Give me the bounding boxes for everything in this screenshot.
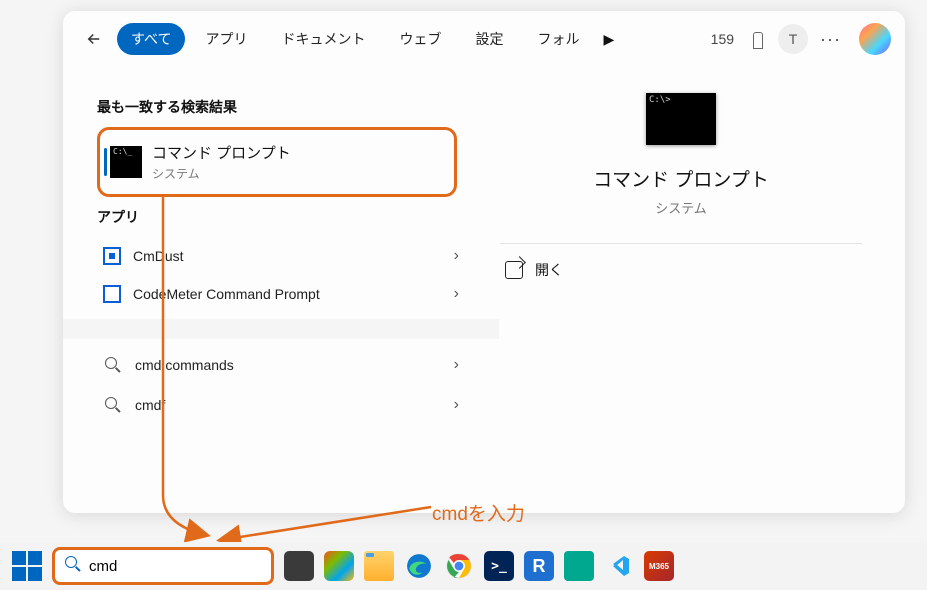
section-apps: アプリ bbox=[97, 207, 465, 227]
taskbar-search[interactable] bbox=[52, 547, 274, 585]
tab-docs[interactable]: ドキュメント bbox=[267, 23, 379, 55]
taskbar-app-r-icon[interactable]: R bbox=[524, 551, 554, 581]
open-label: 開く bbox=[535, 260, 563, 280]
taskbar-m365-icon[interactable] bbox=[324, 551, 354, 581]
taskbar-powershell-icon[interactable]: >_ bbox=[484, 551, 514, 581]
app-label: CmDust bbox=[133, 248, 184, 264]
cmd-icon bbox=[110, 146, 142, 178]
tab-folder[interactable]: フォル bbox=[523, 23, 593, 55]
taskbar: >_ R M365 bbox=[0, 542, 927, 590]
best-match-subtitle: システム bbox=[152, 165, 291, 182]
taskbar-chrome-icon[interactable] bbox=[444, 551, 474, 581]
annotation-text: cmdを入力 bbox=[432, 499, 525, 526]
copilot-icon[interactable] bbox=[859, 23, 891, 55]
divider bbox=[500, 243, 863, 244]
preview-subtitle: システム bbox=[655, 198, 707, 217]
search-icon bbox=[65, 556, 81, 576]
search-topbar: すべて アプリ ドキュメント ウェブ 設定 フォル ▶ 159 T ··· bbox=[63, 11, 905, 67]
app-icon bbox=[103, 247, 121, 265]
preview-pane: コマンド プロンプト システム 開く bbox=[475, 67, 887, 425]
panel-gap bbox=[63, 319, 499, 339]
preview-app-icon bbox=[646, 93, 716, 145]
search-panel: すべて アプリ ドキュメント ウェブ 設定 フォル ▶ 159 T ··· 最も… bbox=[63, 11, 905, 513]
back-button[interactable] bbox=[77, 22, 111, 56]
chevron-right-icon: › bbox=[454, 285, 459, 303]
section-best-match: 最も一致する検索結果 bbox=[97, 97, 465, 117]
app-label: CodeMeter Command Prompt bbox=[133, 286, 320, 302]
search-icon bbox=[103, 355, 123, 375]
best-match-title: コマンド プロンプト bbox=[152, 142, 291, 163]
open-action[interactable]: 開く bbox=[505, 260, 563, 280]
suggest-label: cmd commands bbox=[135, 357, 234, 373]
chevron-right-icon: › bbox=[454, 356, 459, 374]
more-tabs-icon[interactable]: ▶ bbox=[603, 31, 614, 48]
app-item-codemeter[interactable]: CodeMeter Command Prompt › bbox=[97, 275, 465, 313]
chevron-right-icon: › bbox=[454, 247, 459, 265]
tab-all[interactable]: すべて bbox=[117, 23, 185, 55]
taskbar-vscode-icon[interactable] bbox=[604, 551, 634, 581]
taskbar-edge-icon[interactable] bbox=[404, 551, 434, 581]
tab-settings[interactable]: 設定 bbox=[461, 23, 517, 55]
overflow-menu-icon[interactable]: ··· bbox=[814, 29, 847, 50]
suggest-item[interactable]: cmdf › bbox=[97, 385, 465, 425]
rewards-icon[interactable] bbox=[744, 25, 772, 53]
taskbar-search-input[interactable] bbox=[89, 558, 288, 575]
search-icon bbox=[103, 395, 123, 415]
user-avatar[interactable]: T bbox=[778, 24, 808, 54]
suggest-item[interactable]: cmd commands › bbox=[97, 345, 465, 385]
taskbar-app-icon[interactable] bbox=[284, 551, 314, 581]
best-match-item[interactable]: コマンド プロンプト システム bbox=[97, 127, 457, 197]
tab-web[interactable]: ウェブ bbox=[385, 23, 455, 55]
suggest-label: cmdf bbox=[135, 397, 165, 413]
results-column: 最も一致する検索結果 コマンド プロンプト システム アプリ CmDust › … bbox=[97, 67, 465, 425]
app-icon bbox=[103, 285, 121, 303]
taskbar-m365-badge-icon[interactable]: M365 bbox=[644, 551, 674, 581]
taskbar-app-box-icon[interactable] bbox=[564, 551, 594, 581]
rewards-points[interactable]: 159 bbox=[711, 31, 734, 47]
taskbar-explorer-icon[interactable] bbox=[364, 551, 394, 581]
app-item-cmdust[interactable]: CmDust › bbox=[97, 237, 465, 275]
start-button[interactable] bbox=[12, 551, 42, 581]
tab-apps[interactable]: アプリ bbox=[191, 23, 261, 55]
preview-title: コマンド プロンプト bbox=[593, 165, 769, 192]
open-icon bbox=[505, 261, 523, 279]
chevron-right-icon: › bbox=[454, 396, 459, 414]
